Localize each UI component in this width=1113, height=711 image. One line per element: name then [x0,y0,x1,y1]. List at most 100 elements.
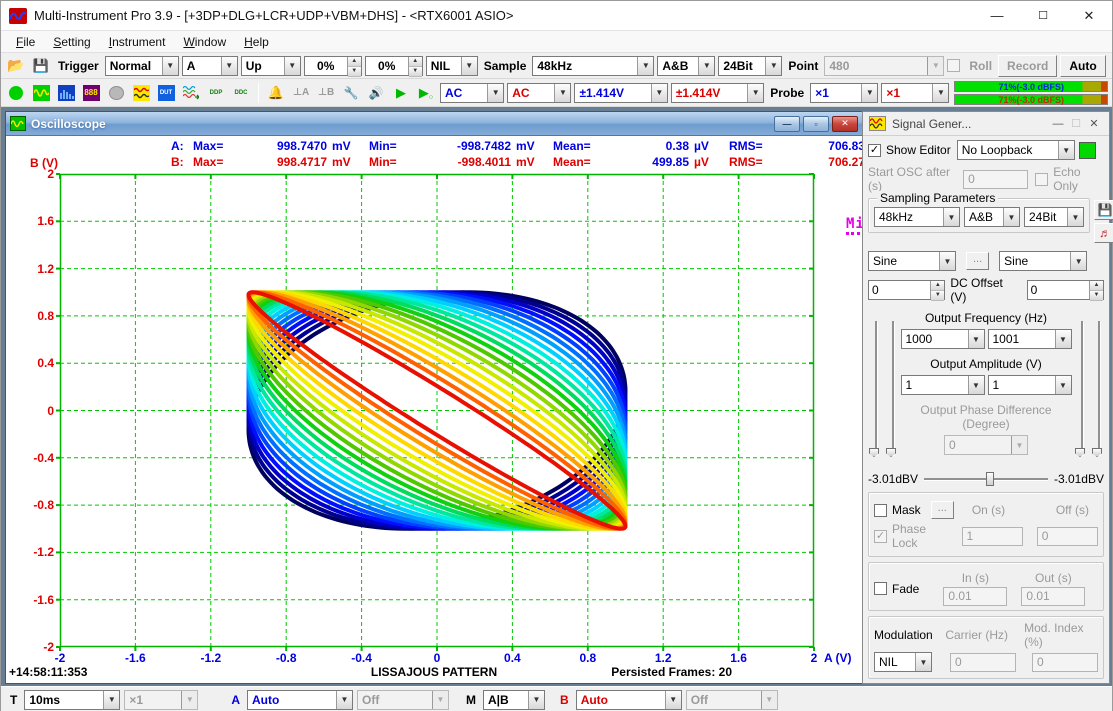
multimeter-icon[interactable]: 888 [80,82,102,104]
lissajous-plot[interactable]: Mi [60,174,814,647]
modulation-select[interactable]: NIL▼ [874,652,932,672]
show-editor-checkbox[interactable] [868,144,881,157]
trigger-edge-select[interactable]: Up▼ [241,56,301,76]
amplitude-slider-a2[interactable] [885,321,898,469]
loopback-select[interactable]: No Loopback▼ [957,140,1075,160]
frequency-a-select[interactable]: 1000▼ [901,329,985,349]
sample-bits-select[interactable]: 24Bit▼ [718,56,782,76]
menu-window[interactable]: Window [174,33,235,51]
siggen-titlebar[interactable]: Signal Gener... — ☐ ✕ [863,112,1109,136]
pattern-title: LISSAJOUS PATTERN [371,665,497,679]
dc-offset-b-spinner[interactable]: 0▲▼ [1027,280,1104,300]
show-editor-label: Show Editor [886,143,951,157]
trigger-source-select[interactable]: A▼ [182,56,238,76]
speaker-icon[interactable]: 🔊 [365,82,387,104]
amplitude-slider-b1[interactable] [1074,321,1087,469]
y-tick-label: 0.8 [8,309,54,323]
trigger-label: Trigger [55,59,102,73]
close-button[interactable]: ✕ [1066,1,1112,30]
signal-generator-icon[interactable] [130,82,152,104]
output-frequency-label: Output Frequency (Hz) [898,311,1074,325]
waveform-a-select[interactable]: Sine▼ [868,251,956,271]
menu-instrument[interactable]: Instrument [100,33,175,51]
spectrum-3d-icon [105,82,127,104]
save-file-icon[interactable]: 💾 [30,55,52,77]
settings-wrench-icon[interactable]: 🔧 [340,82,362,104]
spectrum-analyzer-icon[interactable] [55,82,77,104]
siggen-run-button[interactable] [1079,142,1096,159]
amplitude-slider-a1[interactable] [868,321,881,469]
coupling-a-select[interactable]: AC▼ [440,83,504,103]
range-b-select[interactable]: ±1.414V▼ [671,83,764,103]
trigger-hpf-select[interactable]: NIL▼ [426,56,478,76]
timestamp: +14:58:11:353 [9,665,87,679]
range-a-select[interactable]: ±1.414V▼ [574,83,667,103]
minimize-button[interactable]: — [974,1,1020,30]
roll-label: Roll [966,59,995,73]
fade-label: Fade [892,582,919,596]
chevron-down-icon: ▼ [221,57,237,75]
derived-series-icon[interactable] [180,82,202,104]
run-indicator-icon[interactable] [5,82,27,104]
mask-more-button[interactable]: ... [931,501,954,519]
menu-file[interactable]: File [7,33,44,51]
amplitude-slider-b2[interactable] [1091,321,1104,469]
mask-checkbox[interactable] [874,504,887,517]
siggen-rate-select[interactable]: 48kHz▼ [874,207,960,227]
trigger-delay-spinner[interactable]: 0%▲▼ [365,56,423,76]
mask-group: Mask ... On (s) Off (s) Phase Lock 1 0 [868,492,1104,557]
sample-channels-select[interactable]: A&B▼ [657,56,715,76]
scope-restore-button[interactable]: ▫ [803,116,829,132]
mdi-area: Oscilloscope — ▫ ✕ A: Max=998.7470mV Min… [1,107,1112,686]
trigger-level-spinner[interactable]: 0%▲▼ [304,56,362,76]
floppy-icon: 💾 [1098,203,1113,217]
siggen-close-button[interactable]: ✕ [1085,117,1103,130]
siggen-minimize-button[interactable]: — [1049,118,1067,130]
channel-a-mode-select[interactable]: Auto▼ [247,690,353,710]
amplitude-b-select[interactable]: 1▼ [988,375,1072,395]
waveform-b-select[interactable]: Sine▼ [999,251,1087,271]
dc-offset-a-spinner[interactable]: 0▲▼ [868,280,945,300]
chevron-down-icon: ▼ [665,691,681,709]
maximize-button[interactable]: ☐ [1020,1,1066,30]
balance-slider[interactable] [924,471,1048,487]
siggen-save-button[interactable]: 💾 [1094,200,1113,220]
amplitude-a-select[interactable]: 1▼ [901,375,985,395]
y-tick-label: -1.6 [8,593,54,607]
probe-b-select[interactable]: ×1▼ [881,83,949,103]
chevron-down-icon: ▼ [181,691,197,709]
math-mode-select[interactable]: A|B▼ [483,690,545,710]
siggen-note-button[interactable]: ♬ [1094,223,1113,243]
timebase-select[interactable]: 10ms▼ [24,690,120,710]
calibration-icon[interactable]: 🔔 [265,82,287,104]
device-test-plan-icon[interactable]: DUT [155,82,177,104]
fade-checkbox[interactable] [874,582,887,595]
chevron-down-icon: ▼ [861,84,877,102]
chevron-down-icon: ▼ [284,57,300,75]
scope-close-button[interactable]: ✕ [832,116,858,132]
derived-data-point-icon[interactable]: DDP [205,82,227,104]
chevron-down-icon: ▼ [765,57,781,75]
frequency-b-select[interactable]: 1001▼ [988,329,1072,349]
channel-b-mode-select[interactable]: Auto▼ [576,690,682,710]
sample-rate-select[interactable]: 48kHz▼ [532,56,654,76]
trigger-mode-select[interactable]: Normal▼ [105,56,179,76]
scope-minimize-button[interactable]: — [774,116,800,132]
derived-data-curve-icon[interactable]: DDC [230,82,252,104]
menu-setting[interactable]: Setting [44,33,99,51]
play-loop-icon[interactable]: ▶○ [415,82,437,104]
y-tick-label: -0.4 [8,451,54,465]
probe-a-select[interactable]: ×1▼ [810,83,878,103]
output-amplitude-label: Output Amplitude (V) [898,357,1074,371]
waveform-more-button[interactable]: ... [966,252,989,270]
coupling-b-select[interactable]: AC▼ [507,83,571,103]
chevron-down-icon: ▼ [1003,208,1019,226]
siggen-bits-select[interactable]: 24Bit▼ [1024,207,1084,227]
play-icon[interactable]: ▶ [390,82,412,104]
oscilloscope-titlebar[interactable]: Oscilloscope — ▫ ✕ [6,112,862,136]
siggen-channels-select[interactable]: A&B▼ [964,207,1020,227]
auto-button[interactable]: Auto [1060,55,1105,77]
menu-help[interactable]: Help [235,33,278,51]
open-file-icon[interactable]: 📂 [5,55,27,77]
oscilloscope-icon[interactable] [30,82,52,104]
